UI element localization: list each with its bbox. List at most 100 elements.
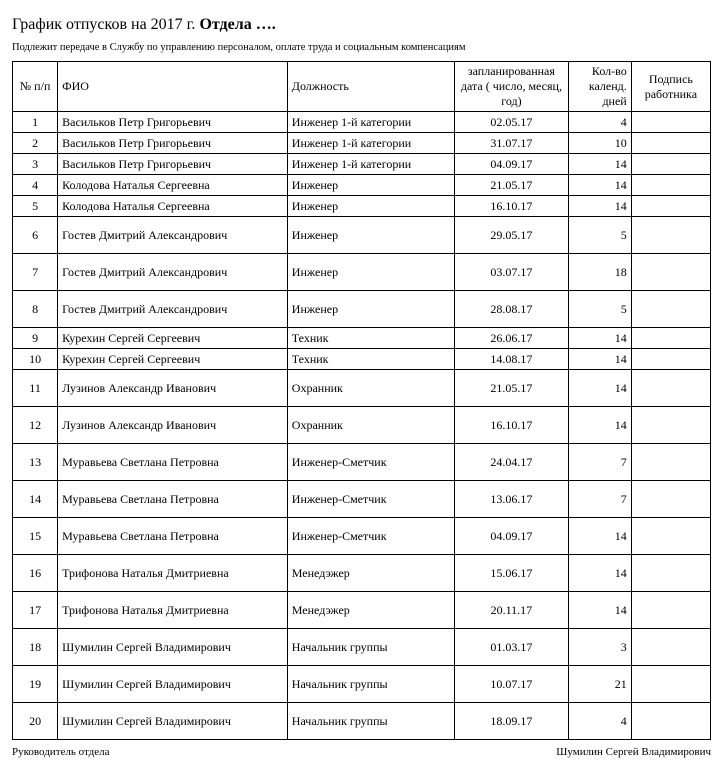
footer-left: Руководитель отдела [12,746,110,758]
cell-position: Инженер-Сметчик [287,444,454,481]
cell-num: 12 [13,407,58,444]
table-row: 12Лузинов Александр ИвановичОхранник16.1… [13,407,711,444]
cell-date: 18.09.17 [455,703,568,740]
cell-days: 14 [568,175,631,196]
cell-signature [631,407,710,444]
cell-days: 18 [568,254,631,291]
table-row: 7Гостев Дмитрий АлександровичИнженер03.0… [13,254,711,291]
cell-fio: Шумилин Сергей Владимирович [58,629,288,666]
cell-num: 18 [13,629,58,666]
cell-fio: Васильков Петр Григорьевич [58,133,288,154]
cell-position: Инженер 1-й категории [287,133,454,154]
cell-fio: Васильков Петр Григорьевич [58,112,288,133]
cell-fio: Курехин Сергей Сергеевич [58,349,288,370]
cell-fio: Трифонова Наталья Дмитриевна [58,592,288,629]
cell-days: 14 [568,328,631,349]
cell-days: 4 [568,703,631,740]
table-header-row: № п/п ФИО Должность запланированная дата… [13,62,711,112]
page-title: График отпусков на 2017 г. Отдела …. [12,16,711,34]
cell-date: 01.03.17 [455,629,568,666]
cell-position: Менедэжер [287,555,454,592]
cell-signature [631,291,710,328]
cell-fio: Гостев Дмитрий Александрович [58,291,288,328]
table-row: 16Трифонова Наталья ДмитриевнаМенедэжер 1… [13,555,711,592]
table-row: 19Шумилин Сергей ВладимировичНачальник г… [13,666,711,703]
cell-num: 4 [13,175,58,196]
title-prefix: График отпусков на 2017 г. [12,16,199,33]
cell-signature [631,175,710,196]
cell-fio: Муравьева Светлана Петровна [58,444,288,481]
cell-num: 19 [13,666,58,703]
table-row: 17Трифонова Наталья ДмитриевнаМенедэжер2… [13,592,711,629]
cell-position: Инженер-Сметчик [287,518,454,555]
cell-date: 04.09.17 [455,154,568,175]
cell-num: 2 [13,133,58,154]
cell-date: 28.08.17 [455,291,568,328]
cell-fio: Васильков Петр Григорьевич [58,154,288,175]
cell-signature [631,666,710,703]
cell-num: 8 [13,291,58,328]
footer: Руководитель отдела Шумилин Сергей Влади… [12,746,711,758]
transfer-note: Подлежит передаче в Службу по управлению… [12,42,711,53]
cell-fio: Шумилин Сергей Владимирович [58,703,288,740]
cell-position: Менедэжер [287,592,454,629]
cell-num: 9 [13,328,58,349]
cell-signature [631,703,710,740]
header-num: № п/п [13,62,58,112]
cell-days: 14 [568,196,631,217]
cell-signature [631,328,710,349]
cell-days: 3 [568,629,631,666]
table-row: 20Шумилин Сергей ВладимировичНачальник г… [13,703,711,740]
cell-days: 14 [568,407,631,444]
table-row: 6Гостев Дмитрий АлександровичИнженер29.0… [13,217,711,254]
cell-days: 5 [568,291,631,328]
cell-days: 21 [568,666,631,703]
vacation-table: № п/п ФИО Должность запланированная дата… [12,61,711,740]
cell-signature [631,112,710,133]
cell-date: 04.09.17 [455,518,568,555]
cell-position: Инженер [287,254,454,291]
cell-date: 21.05.17 [455,175,568,196]
cell-fio: Курехин Сергей Сергеевич [58,328,288,349]
cell-signature [631,444,710,481]
cell-fio: Трифонова Наталья Дмитриевна [58,555,288,592]
cell-signature [631,133,710,154]
cell-signature [631,629,710,666]
cell-position: Инженер 1-й категории [287,154,454,175]
cell-fio: Колодова Наталья Сергеевна [58,196,288,217]
cell-position: Охранник [287,370,454,407]
table-row: 3Васильков Петр ГригорьевичИнженер 1-й к… [13,154,711,175]
cell-days: 14 [568,518,631,555]
footer-right: Шумилин Сергей Владимирович [556,746,711,758]
cell-num: 3 [13,154,58,175]
cell-position: Инженер [287,196,454,217]
cell-position: Охранник [287,407,454,444]
cell-position: Инженер [287,291,454,328]
cell-fio: Шумилин Сергей Владимирович [58,666,288,703]
cell-days: 14 [568,349,631,370]
cell-signature [631,555,710,592]
cell-date: 16.10.17 [455,407,568,444]
title-bold: Отдела …. [199,16,275,33]
table-row: 2Васильков Петр ГригорьевичИнженер 1-й к… [13,133,711,154]
header-position: Должность [287,62,454,112]
cell-position: Техник [287,349,454,370]
cell-num: 16 [13,555,58,592]
cell-date: 21.05.17 [455,370,568,407]
table-row: 13Муравьева Светлана ПетровнаИнженер-Сме… [13,444,711,481]
cell-signature [631,592,710,629]
cell-num: 10 [13,349,58,370]
cell-num: 6 [13,217,58,254]
cell-num: 14 [13,481,58,518]
cell-fio: Муравьева Светлана Петровна [58,518,288,555]
cell-num: 7 [13,254,58,291]
cell-num: 11 [13,370,58,407]
header-days: Кол-во календ. дней [568,62,631,112]
cell-days: 7 [568,481,631,518]
cell-date: 14.08.17 [455,349,568,370]
cell-num: 13 [13,444,58,481]
table-row: 18Шумилин Сергей ВладимировичНачальник г… [13,629,711,666]
cell-signature [631,254,710,291]
cell-date: 16.10.17 [455,196,568,217]
cell-days: 14 [568,555,631,592]
